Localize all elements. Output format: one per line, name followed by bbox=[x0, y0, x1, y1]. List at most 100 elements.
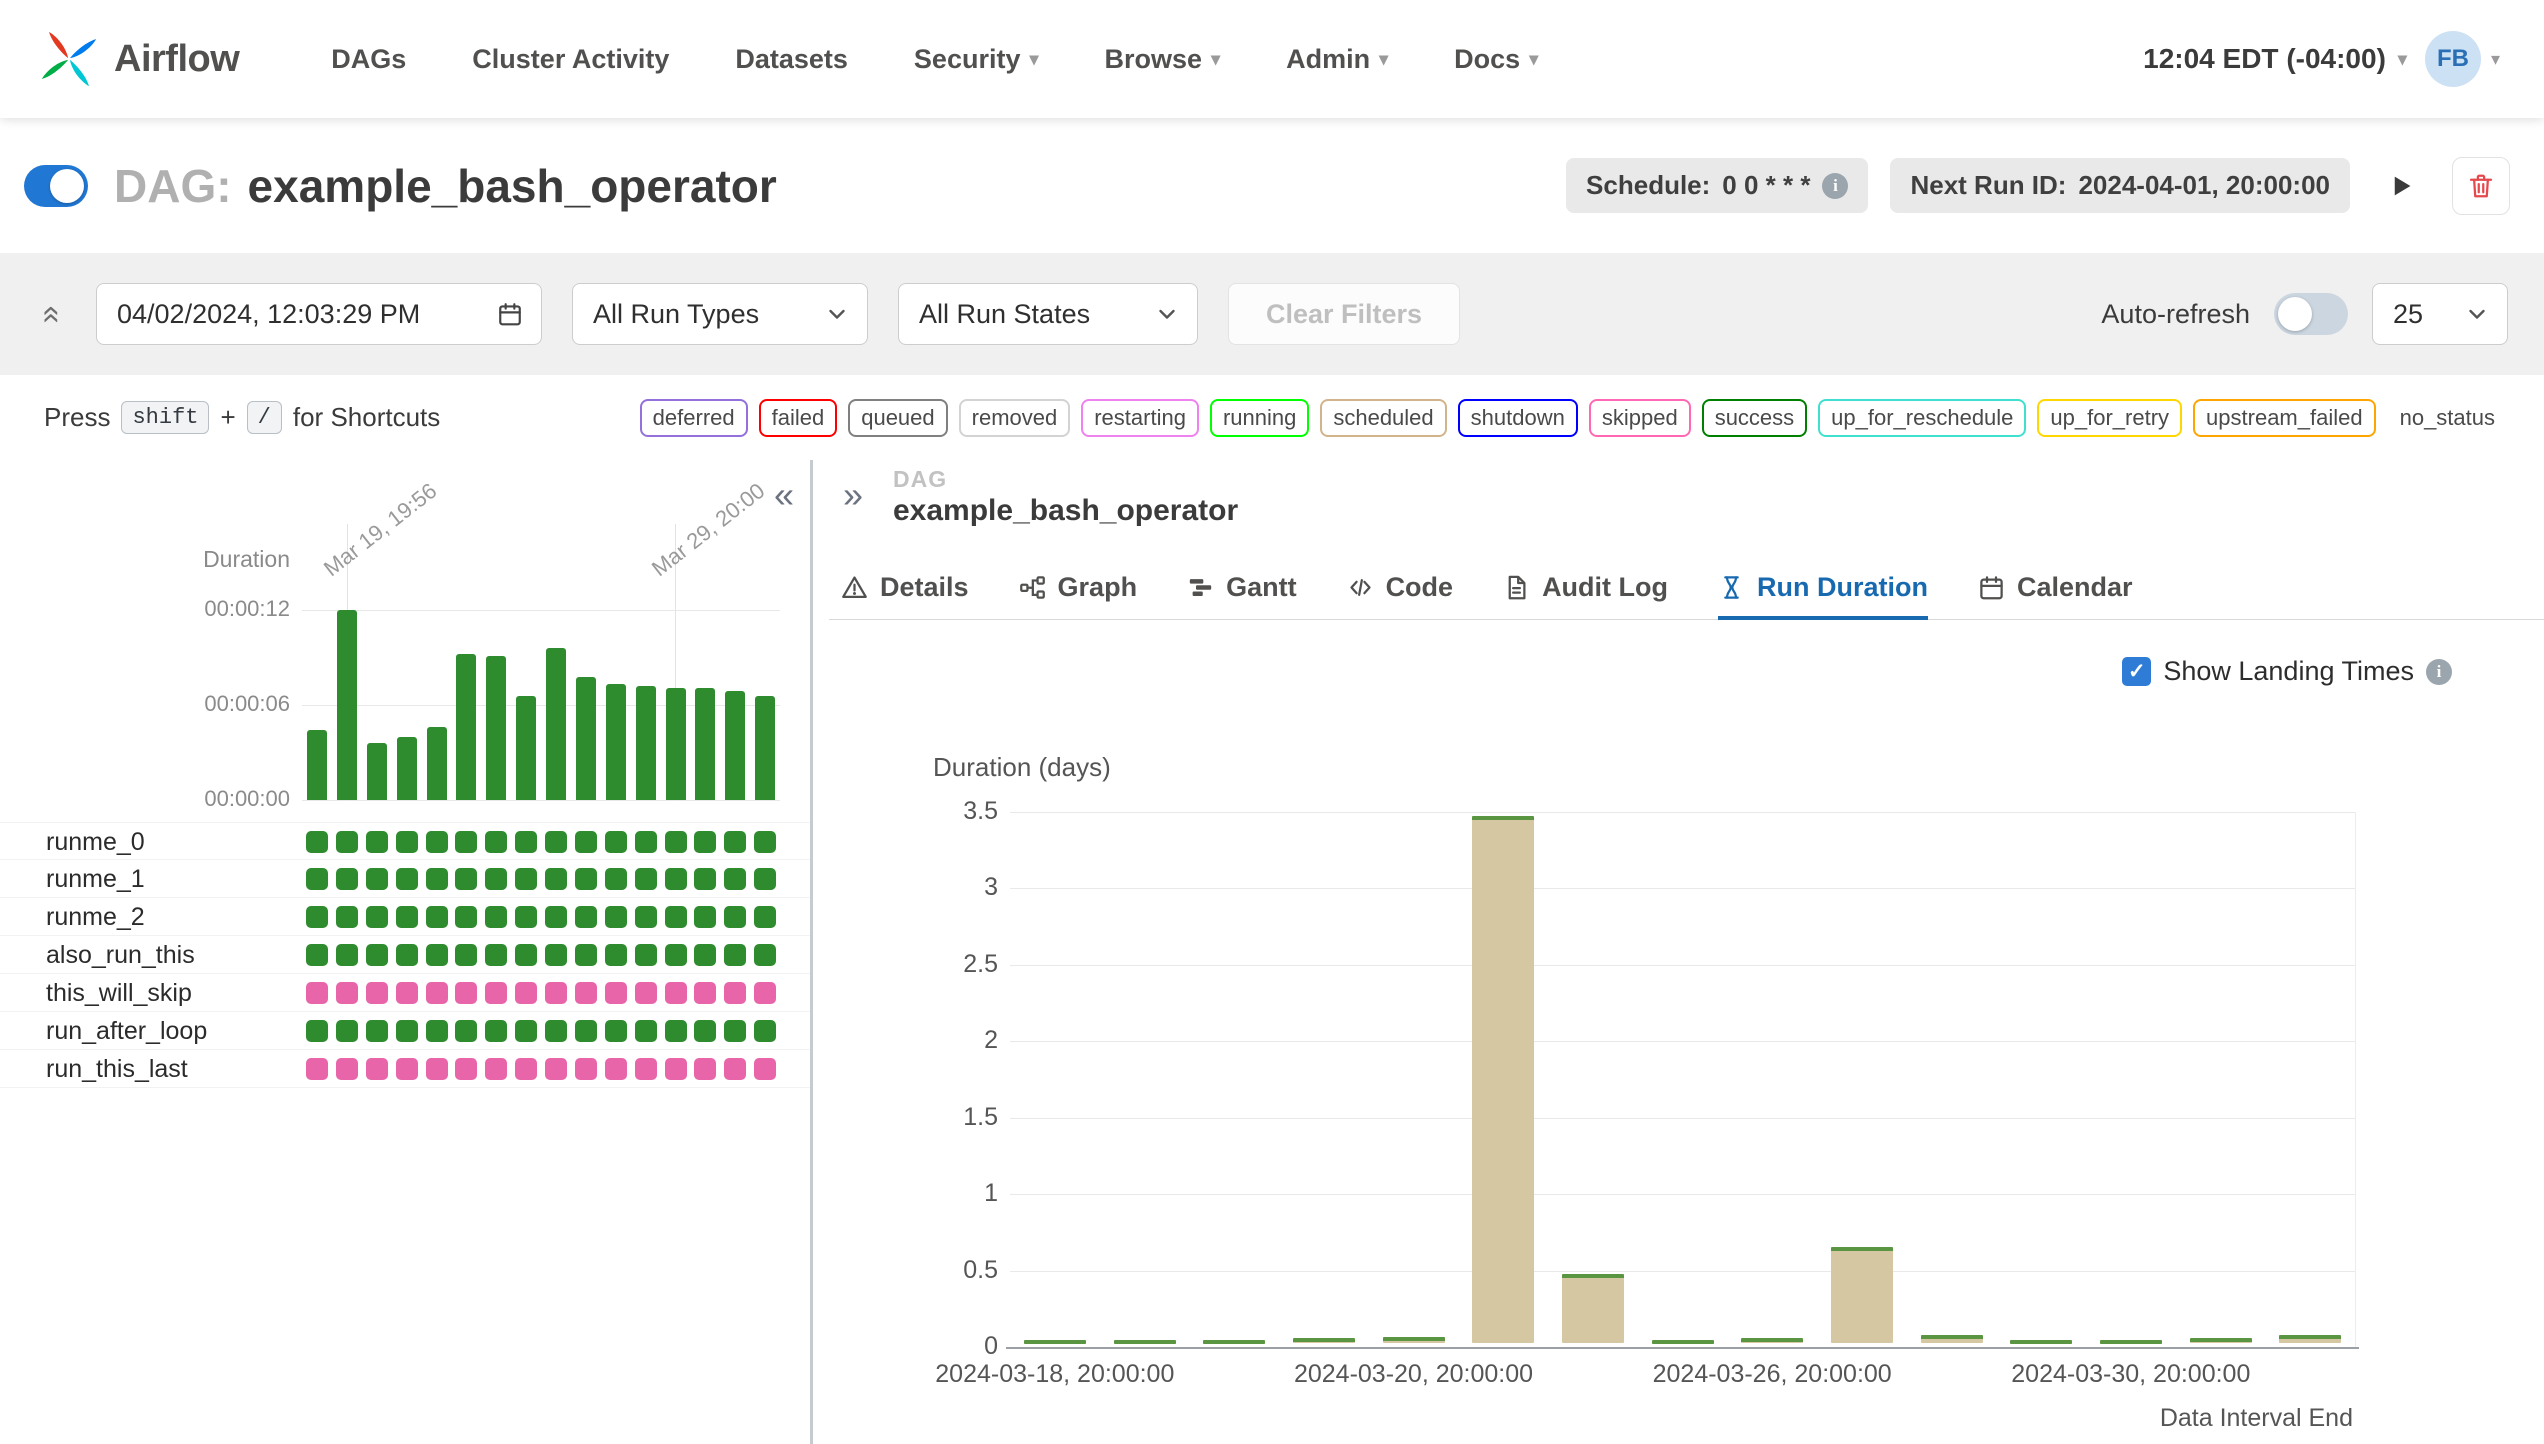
run-bar-3[interactable] bbox=[1293, 1338, 1355, 1343]
task-instance-square[interactable] bbox=[694, 831, 716, 853]
legend-badge-scheduled[interactable]: scheduled bbox=[1320, 399, 1446, 437]
clear-filters-button[interactable]: Clear Filters bbox=[1228, 283, 1460, 345]
task-instance-square[interactable] bbox=[426, 906, 448, 928]
run-duration-bar-3[interactable] bbox=[397, 737, 417, 800]
task-instance-square[interactable] bbox=[515, 944, 537, 966]
task-instance-square[interactable] bbox=[605, 831, 627, 853]
task-instance-square[interactable] bbox=[396, 906, 418, 928]
task-instance-square[interactable] bbox=[366, 831, 388, 853]
task-instance-square[interactable] bbox=[754, 944, 776, 966]
task-instance-square[interactable] bbox=[724, 982, 746, 1004]
task-instance-square[interactable] bbox=[575, 1058, 597, 1080]
task-instance-square[interactable] bbox=[306, 982, 328, 1004]
run-bar-11[interactable] bbox=[2010, 1340, 2072, 1344]
task-instance-square[interactable] bbox=[665, 906, 687, 928]
task-instance-square[interactable] bbox=[575, 868, 597, 890]
task-name-run_this_last[interactable]: run_this_last bbox=[46, 1055, 188, 1084]
task-instance-square[interactable] bbox=[665, 831, 687, 853]
task-instance-square[interactable] bbox=[426, 831, 448, 853]
task-instance-square[interactable] bbox=[426, 868, 448, 890]
task-name-runme_1[interactable]: runme_1 bbox=[46, 865, 145, 894]
task-instance-square[interactable] bbox=[545, 1020, 567, 1042]
run-bar-5[interactable] bbox=[1472, 816, 1534, 1343]
task-instance-square[interactable] bbox=[455, 982, 477, 1004]
task-instance-square[interactable] bbox=[605, 868, 627, 890]
legend-badge-up_for_reschedule[interactable]: up_for_reschedule bbox=[1818, 399, 2026, 437]
task-instance-square[interactable] bbox=[694, 868, 716, 890]
legend-badge-queued[interactable]: queued bbox=[848, 399, 947, 437]
collapse-filter-bar-icon[interactable]: « bbox=[35, 301, 72, 327]
task-name-runme_2[interactable]: runme_2 bbox=[46, 903, 145, 932]
task-instance-square[interactable] bbox=[724, 868, 746, 890]
run-duration-bar-14[interactable] bbox=[725, 691, 745, 800]
run-duration-bar-13[interactable] bbox=[695, 688, 715, 800]
run-bar-13[interactable] bbox=[2190, 1338, 2252, 1343]
task-instance-square[interactable] bbox=[396, 831, 418, 853]
task-instance-square[interactable] bbox=[455, 831, 477, 853]
run-duration-bar-0[interactable] bbox=[307, 730, 327, 800]
nav-item-cluster-activity[interactable]: Cluster Activity bbox=[472, 44, 669, 75]
run-bar-4[interactable] bbox=[1383, 1337, 1445, 1343]
task-instance-square[interactable] bbox=[396, 868, 418, 890]
task-instance-square[interactable] bbox=[665, 944, 687, 966]
task-instance-square[interactable] bbox=[724, 831, 746, 853]
run-duration-bar-11[interactable] bbox=[636, 686, 656, 800]
legend-badge-no_status[interactable]: no_status bbox=[2387, 399, 2508, 437]
task-instance-square[interactable] bbox=[515, 868, 537, 890]
task-instance-square[interactable] bbox=[635, 868, 657, 890]
task-instance-square[interactable] bbox=[455, 944, 477, 966]
nav-item-docs[interactable]: Docs▾ bbox=[1454, 44, 1538, 75]
task-instance-square[interactable] bbox=[694, 944, 716, 966]
task-instance-square[interactable] bbox=[575, 944, 597, 966]
task-instance-square[interactable] bbox=[455, 1020, 477, 1042]
task-instance-square[interactable] bbox=[575, 831, 597, 853]
task-instance-square[interactable] bbox=[426, 1020, 448, 1042]
task-instance-square[interactable] bbox=[754, 906, 776, 928]
task-instance-square[interactable] bbox=[754, 982, 776, 1004]
task-instance-square[interactable] bbox=[485, 831, 507, 853]
run-bar-14[interactable] bbox=[2279, 1335, 2341, 1343]
task-instance-square[interactable] bbox=[694, 906, 716, 928]
task-instance-square[interactable] bbox=[694, 1020, 716, 1042]
run-duration-bar-8[interactable] bbox=[546, 648, 566, 800]
task-instance-square[interactable] bbox=[366, 982, 388, 1004]
task-instance-square[interactable] bbox=[485, 906, 507, 928]
brand-home-link[interactable]: Airflow bbox=[40, 30, 239, 88]
task-instance-square[interactable] bbox=[635, 906, 657, 928]
schedule-info-icon[interactable]: i bbox=[1822, 173, 1848, 199]
task-instance-square[interactable] bbox=[515, 906, 537, 928]
task-instance-square[interactable] bbox=[724, 1020, 746, 1042]
task-instance-square[interactable] bbox=[396, 982, 418, 1004]
task-instance-square[interactable] bbox=[455, 906, 477, 928]
task-instance-square[interactable] bbox=[694, 982, 716, 1004]
task-instance-square[interactable] bbox=[515, 1058, 537, 1080]
legend-badge-failed[interactable]: failed bbox=[759, 399, 838, 437]
task-instance-square[interactable] bbox=[694, 1058, 716, 1080]
task-instance-square[interactable] bbox=[635, 1058, 657, 1080]
task-instance-square[interactable] bbox=[336, 868, 358, 890]
task-instance-square[interactable] bbox=[336, 1020, 358, 1042]
task-instance-square[interactable] bbox=[545, 831, 567, 853]
task-instance-square[interactable] bbox=[426, 944, 448, 966]
clock-dropdown[interactable]: 12:04 EDT (-04:00) ▾ bbox=[2143, 43, 2407, 75]
legend-badge-deferred[interactable]: deferred bbox=[640, 399, 748, 437]
run-bar-2[interactable] bbox=[1203, 1340, 1265, 1344]
task-instance-square[interactable] bbox=[545, 1058, 567, 1080]
legend-badge-shutdown[interactable]: shutdown bbox=[1458, 399, 1578, 437]
nav-item-browse[interactable]: Browse▾ bbox=[1105, 44, 1221, 75]
task-instance-square[interactable] bbox=[336, 982, 358, 1004]
run-bar-8[interactable] bbox=[1741, 1338, 1803, 1343]
task-name-this_will_skip[interactable]: this_will_skip bbox=[46, 979, 192, 1008]
task-instance-square[interactable] bbox=[545, 906, 567, 928]
task-instance-square[interactable] bbox=[366, 944, 388, 966]
run-bar-9[interactable] bbox=[1831, 1247, 1893, 1343]
legend-badge-restarting[interactable]: restarting bbox=[1081, 399, 1199, 437]
task-instance-square[interactable] bbox=[665, 982, 687, 1004]
task-instance-square[interactable] bbox=[336, 906, 358, 928]
task-instance-square[interactable] bbox=[515, 982, 537, 1004]
task-instance-square[interactable] bbox=[396, 1020, 418, 1042]
task-instance-square[interactable] bbox=[635, 831, 657, 853]
auto-refresh-toggle[interactable] bbox=[2274, 293, 2348, 335]
dag-pause-toggle[interactable] bbox=[24, 165, 88, 207]
task-instance-square[interactable] bbox=[635, 944, 657, 966]
